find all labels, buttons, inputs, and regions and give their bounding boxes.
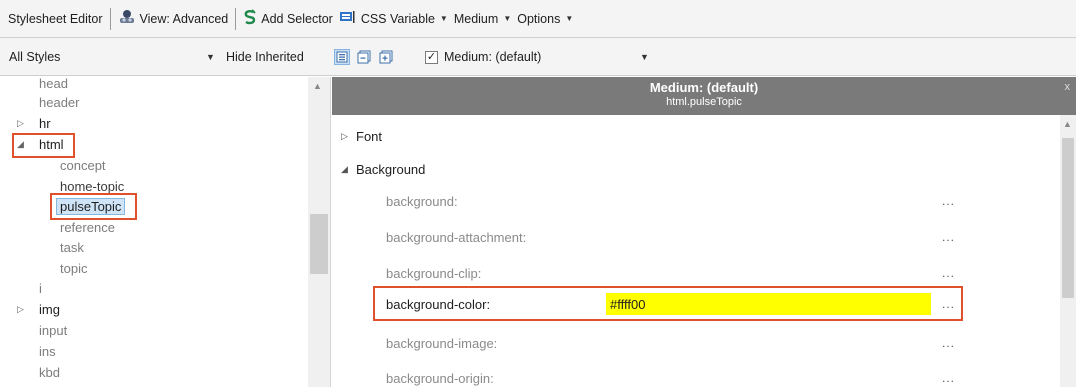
tree-scrollbar[interactable]: ▲ bbox=[308, 77, 330, 387]
toolbar-separator bbox=[109, 7, 111, 30]
expand-arrow-icon[interactable]: ▷ bbox=[17, 118, 24, 129]
tree-item[interactable]: kbd bbox=[39, 362, 60, 383]
collapse-all-icon[interactable] bbox=[356, 49, 372, 65]
property-row[interactable]: background: ... bbox=[372, 186, 962, 216]
hide-inherited-label: Hide Inherited bbox=[226, 50, 304, 64]
toolbar-separator bbox=[235, 7, 237, 30]
filter-toolbar: All Styles ▼ Hide Inherited ✓ Medium: (d… bbox=[0, 38, 1076, 76]
scrollbar-thumb[interactable] bbox=[1062, 138, 1074, 298]
tree-item[interactable]: input bbox=[39, 320, 67, 341]
view-mode-toggles bbox=[334, 38, 394, 76]
tree-item[interactable]: task bbox=[60, 237, 84, 258]
edit-ellipsis-button[interactable]: ... bbox=[942, 336, 955, 350]
add-selector-button[interactable]: Add Selector bbox=[240, 7, 336, 31]
selector-tree: head header ▷ hr ◢ html concept home-top… bbox=[0, 77, 331, 387]
edit-ellipsis-button[interactable]: ... bbox=[942, 371, 955, 385]
stylesheet-editor-label: Stylesheet Editor bbox=[8, 11, 103, 26]
add-selector-label: Add Selector bbox=[261, 11, 333, 26]
expand-arrow-icon[interactable]: ▷ bbox=[341, 131, 348, 142]
view-advanced-label: View: Advanced bbox=[139, 11, 229, 26]
scroll-up-icon[interactable]: ▲ bbox=[1063, 119, 1072, 129]
medium-label: Medium bbox=[453, 11, 499, 26]
edit-ellipsis-button[interactable]: ... bbox=[942, 230, 955, 244]
medium-filter-checkbox[interactable]: ✓ bbox=[425, 38, 438, 76]
chevron-down-icon: ▼ bbox=[503, 14, 512, 23]
html-highlight-box bbox=[12, 133, 75, 158]
options-dropdown[interactable]: Options ▼ bbox=[514, 7, 576, 31]
chevron-down-icon: ▼ bbox=[565, 14, 574, 23]
css-variable-dropdown[interactable]: CSS Variable ▼ bbox=[336, 7, 451, 31]
close-icon[interactable]: x bbox=[1065, 81, 1071, 93]
scroll-up-icon[interactable]: ▲ bbox=[313, 81, 322, 91]
options-label: Options bbox=[517, 11, 561, 26]
property-row[interactable]: background-clip: ... bbox=[372, 258, 962, 288]
medium-filter-value: Medium: (default) bbox=[444, 50, 542, 64]
medium-filter-select[interactable]: Medium: (default) ▼ bbox=[444, 38, 649, 76]
css-variable-icon bbox=[339, 10, 357, 27]
chevron-down-icon: ▼ bbox=[439, 14, 448, 23]
edit-ellipsis-button[interactable]: ... bbox=[942, 194, 955, 208]
medium-dropdown[interactable]: Medium ▼ bbox=[451, 7, 514, 31]
panel-header: Medium: (default) html.pulseTopic x bbox=[332, 77, 1076, 115]
chevron-down-icon: ▼ bbox=[640, 52, 649, 62]
tree-item[interactable]: concept bbox=[60, 155, 106, 176]
pulsetopic-highlight-box bbox=[50, 193, 137, 220]
main-toolbar: Stylesheet Editor View: Advanced Add Sel… bbox=[0, 0, 1076, 38]
style-filter-value: All Styles bbox=[9, 50, 61, 64]
tree-item[interactable]: reference bbox=[60, 217, 115, 238]
view-glasses-icon bbox=[118, 9, 136, 28]
scrollbar-thumb[interactable] bbox=[310, 214, 328, 274]
background-color-highlight-box bbox=[373, 286, 963, 321]
panel-selector-name: html.pulseTopic bbox=[666, 96, 742, 108]
tree-item[interactable]: ▷ img bbox=[17, 299, 60, 320]
css-variable-label: CSS Variable bbox=[360, 11, 435, 26]
checkmark-icon: ✓ bbox=[425, 50, 438, 64]
expand-arrow-icon[interactable]: ▷ bbox=[17, 304, 24, 315]
tree-item[interactable]: header bbox=[39, 92, 79, 113]
properties-panel: Medium: (default) html.pulseTopic x ▷ Fo… bbox=[332, 77, 1076, 387]
view-advanced-button[interactable]: View: Advanced bbox=[115, 7, 232, 31]
tree-item[interactable]: topic bbox=[60, 258, 87, 279]
tree-item[interactable]: ▷ hr bbox=[17, 113, 51, 134]
property-row[interactable]: background-origin: ... bbox=[372, 363, 962, 387]
property-row[interactable]: background-image: ... bbox=[372, 328, 962, 358]
chevron-down-icon: ▼ bbox=[206, 52, 215, 62]
hide-inherited-button[interactable]: Hide Inherited bbox=[226, 38, 304, 76]
tree-item[interactable]: ins bbox=[39, 341, 56, 362]
list-view-icon[interactable] bbox=[334, 49, 350, 65]
edit-ellipsis-button[interactable]: ... bbox=[942, 266, 955, 280]
properties-scrollbar[interactable]: ▲ bbox=[1060, 115, 1076, 387]
collapse-arrow-icon[interactable]: ◢ bbox=[341, 164, 348, 175]
expand-all-icon[interactable] bbox=[378, 49, 394, 65]
stylesheet-editor-button[interactable]: Stylesheet Editor bbox=[5, 7, 106, 31]
tree-item[interactable]: i bbox=[39, 278, 42, 299]
add-selector-icon bbox=[243, 9, 257, 28]
property-row[interactable]: background-attachment: ... bbox=[372, 222, 962, 252]
panel-medium-title: Medium: (default) bbox=[649, 80, 759, 95]
style-filter-select[interactable]: All Styles ▼ bbox=[9, 38, 215, 76]
